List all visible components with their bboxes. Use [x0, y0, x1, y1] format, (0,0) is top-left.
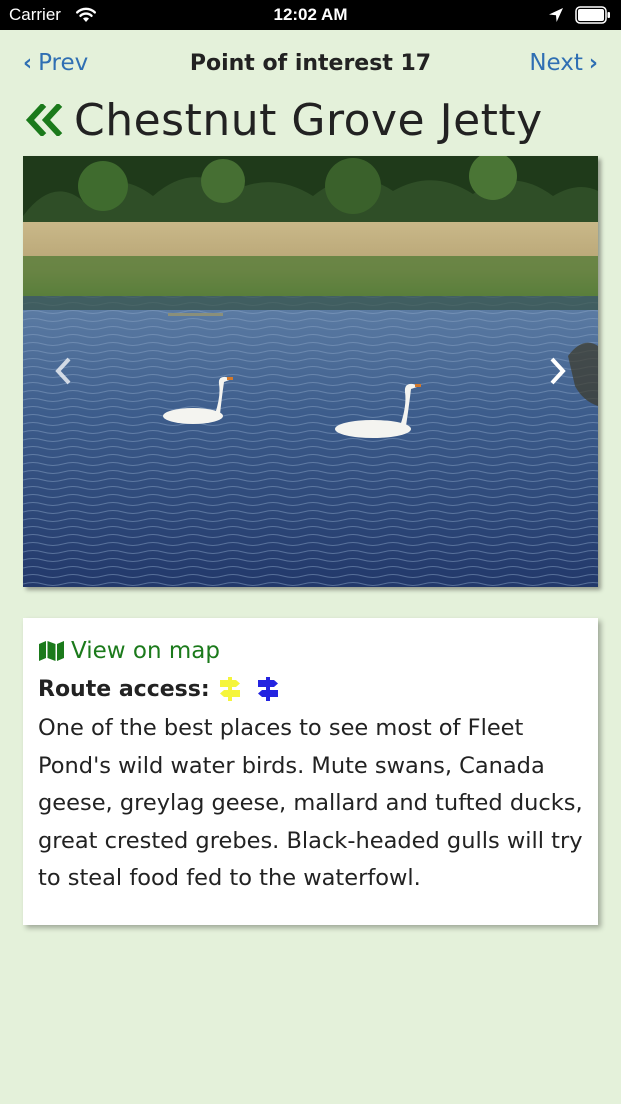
battery-icon — [575, 6, 610, 24]
clock: 12:02 AM — [273, 5, 348, 24]
swans-photo — [23, 156, 598, 587]
chevron-right-icon[interactable] — [542, 354, 572, 388]
next-button[interactable]: Next › — [529, 50, 598, 76]
page-title: Point of interest 17 — [189, 51, 432, 76]
poi-description: One of the best places to see most of Fl… — [38, 715, 583, 891]
map-icon — [39, 641, 64, 661]
poi-info-card: View on map Route access: One of the bes… — [23, 618, 598, 925]
double-chevron-left-icon[interactable] — [24, 104, 64, 136]
blue-route-signpost-icon[interactable] — [256, 676, 280, 702]
route-access: Route access: — [38, 676, 280, 702]
poi-name: Chestnut Grove Jetty — [74, 94, 543, 146]
chevron-left-icon[interactable] — [49, 354, 79, 388]
poi-navigation: ‹ Prev Point of interest 17 Next › — [0, 48, 621, 84]
route-access-label: Route access: — [38, 676, 210, 702]
view-on-map-label: View on map — [71, 638, 220, 664]
poi-heading: Chestnut Grove Jetty — [24, 90, 543, 150]
poi-photo-carousel[interactable] — [23, 156, 598, 587]
location-arrow-icon — [549, 8, 563, 22]
view-on-map-link[interactable]: View on map — [38, 638, 220, 664]
chevron-right-icon: › — [588, 50, 598, 76]
next-label: Next — [529, 50, 583, 76]
yellow-route-signpost-icon[interactable] — [218, 676, 242, 702]
status-bar: Carrier 12:02 AM — [0, 0, 621, 30]
